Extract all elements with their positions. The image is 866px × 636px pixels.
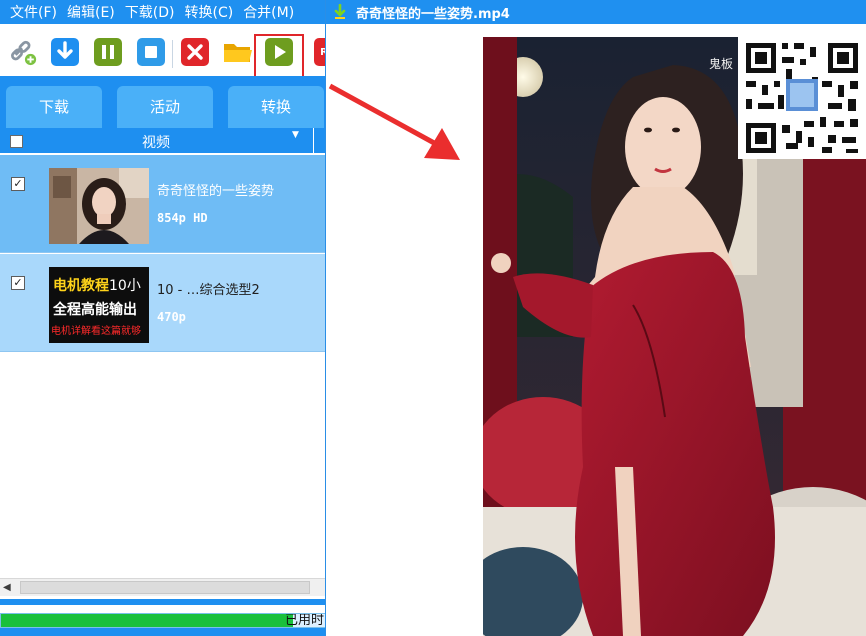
folder-icon[interactable] [222,38,254,66]
video-thumbnail [49,168,149,244]
app-window: 文件(F) 编辑(E) 下载(D) 转换(C) 合并(M) 下载 活动 转换 视… [0,0,866,636]
menu-bar: 文件(F) 编辑(E) 下载(D) 转换(C) 合并(M) [0,0,325,24]
link-add-icon[interactable] [10,38,38,66]
video-title: 10 - …综合选型2 [157,283,260,298]
pause-icon[interactable] [94,38,122,66]
progress-bar: 已用时 [0,613,325,628]
play-button-highlight-box [254,34,304,82]
player-titlebar: 奇奇怪怪的一些姿势.mp4 [326,0,866,24]
thumbnail-text-suffix: 10小 [109,278,141,294]
thumbnail-text-line3: 电机详解看这篇就够 [51,326,141,337]
video-resolution: 470p [157,310,186,324]
list-item[interactable]: ✓ 电机教程10小 全程高能输出 电机详解看这篇就够 10 - …综合选型2 4… [0,254,325,352]
toolbar-separator [172,40,173,68]
tab-bar: 下载 活动 转换 [0,76,325,128]
elapsed-time-label: 已用时 [285,613,325,628]
video-title: 奇奇怪怪的一些姿势 [157,184,275,199]
list-item[interactable]: ✓ 奇奇怪怪的一些姿势 854p HD [0,155,325,253]
video-frame[interactable]: 鬼板 [483,37,866,636]
thumbnail-text-line1: 电机教程 [53,278,109,294]
horizontal-scrollbar[interactable]: ◀ [0,578,325,596]
menu-convert[interactable]: 转换(C) [174,2,233,22]
downloader-pane: 文件(F) 编辑(E) 下载(D) 转换(C) 合并(M) 下载 活动 转换 视… [0,0,326,636]
qr-code-image [738,37,866,159]
status-strip [0,599,325,605]
menu-edit[interactable]: 编辑(E) [57,2,115,22]
video-resolution: 854p HD [157,211,208,225]
tab-active[interactable]: 活动 [117,86,213,128]
menu-merge[interactable]: 合并(M) [233,2,294,22]
watermark-text: 鬼板 [709,57,734,71]
row-checkbox[interactable]: ✓ [11,276,25,290]
select-all-checkbox[interactable] [10,135,23,148]
list-header: 视频 ▼ [0,128,325,154]
player-title: 奇奇怪怪的一些姿势.mp4 [356,7,510,22]
column-header-video[interactable]: 视频 [142,132,170,152]
scrollbar-thumb[interactable] [20,581,310,594]
tab-convert[interactable]: 转换 [228,86,324,128]
record-icon[interactable]: R [314,38,325,66]
scroll-left-icon[interactable]: ◀ [3,582,15,594]
delete-icon[interactable] [181,38,209,66]
progress-fill [1,614,293,627]
video-thumbnail: 电机教程10小 全程高能输出 电机详解看这篇就够 [49,267,149,343]
player-app-icon [332,3,348,20]
download-icon[interactable] [51,38,79,66]
column-divider [313,128,314,154]
bottom-strip [0,628,325,636]
thumbnail-text-line2: 全程高能输出 [53,302,137,318]
tab-download[interactable]: 下载 [6,86,102,128]
stop-icon[interactable] [137,38,165,66]
sort-arrow-icon[interactable]: ▼ [292,130,299,140]
menu-file[interactable]: 文件(F) [0,2,57,22]
menu-download[interactable]: 下载(D) [115,2,175,22]
row-checkbox[interactable]: ✓ [11,177,25,191]
video-player-window: 奇奇怪怪的一些姿势.mp4 鬼板 [326,0,866,636]
